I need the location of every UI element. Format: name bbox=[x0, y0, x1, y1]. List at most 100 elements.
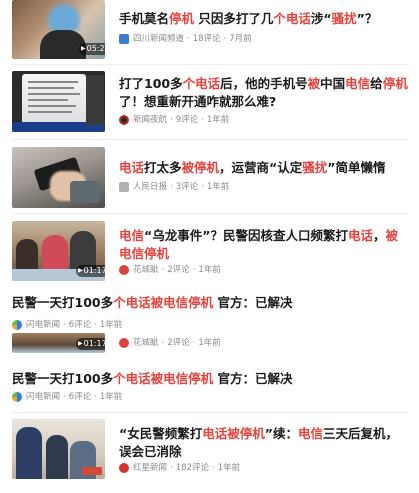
separator: · bbox=[94, 392, 97, 402]
source-name[interactable]: 闪电新闻 bbox=[26, 319, 60, 331]
highlight-keyword: 停机 bbox=[169, 11, 195, 26]
title-text: 后，他的手机号 bbox=[220, 76, 308, 91]
video-thumbnail[interactable] bbox=[12, 71, 105, 132]
news-item[interactable]: ▶ 01:17 花城眦 · 2评论 · 1年前 bbox=[0, 333, 419, 354]
comment-count: 6评论 bbox=[68, 320, 92, 330]
news-thumbnail[interactable] bbox=[12, 147, 105, 208]
separator: · bbox=[161, 338, 165, 348]
highlight-keyword: 电信 bbox=[345, 76, 371, 91]
video-thumbnail[interactable]: ▶ 05:24 bbox=[12, 0, 105, 59]
highlight-keyword: 骚扰 bbox=[302, 160, 328, 175]
publish-time: 7月前 bbox=[229, 34, 252, 44]
title-text: 民警一天打100多 bbox=[12, 371, 114, 386]
highlight-keyword: 个电话 bbox=[273, 11, 311, 26]
highlight-keyword: 被停机 bbox=[181, 160, 220, 175]
news-feed: ▶ 05:24 手机莫名停机 只因多打了几个电话涉“骚扰”？ 四川新闻频道 · … bbox=[0, 0, 419, 493]
source-name[interactable]: 花城眦 bbox=[133, 264, 159, 276]
title-text: 了！想重新开通咋就那么难? bbox=[119, 94, 277, 109]
title-text: “女民警频繁打 bbox=[119, 426, 203, 441]
news-title[interactable]: 手机莫名停机 只因多打了几个电话涉“骚扰”？ bbox=[119, 10, 409, 28]
video-thumbnail[interactable]: ▶ 01:17 bbox=[12, 221, 105, 281]
highlight-keyword: 电话 bbox=[119, 160, 145, 175]
source-name[interactable]: 人民日报 bbox=[133, 181, 167, 193]
highlight-keyword: 骚扰 bbox=[331, 11, 357, 26]
separator: · bbox=[63, 392, 66, 402]
source-name[interactable]: 花城眦 bbox=[133, 337, 159, 349]
title-text: “乌龙事件”？民警因核查人口频繁打 bbox=[144, 228, 348, 243]
title-text: 只因多打了几 bbox=[194, 11, 274, 26]
publish-time: 1年前 bbox=[99, 320, 123, 330]
source-name[interactable]: 闪电新闻 bbox=[26, 391, 60, 403]
separator: · bbox=[192, 265, 196, 275]
news-title[interactable]: 打了100多个电话后，他的手机号被中国电信给停机了！想重新开通咋就那么难? bbox=[119, 75, 409, 111]
huacheng-logo-icon bbox=[119, 265, 129, 275]
news-item[interactable]: 电话打太多被停机，运营商“认定骚扰”简单懒惰 人民日报 · 3评论 · 1年前 bbox=[0, 147, 419, 209]
highlight-keyword: 电话被停机 bbox=[202, 426, 265, 441]
separator: · bbox=[201, 115, 204, 125]
comment-count: 18评论 bbox=[192, 34, 221, 44]
publish-time: 1年前 bbox=[217, 463, 241, 473]
video-duration-badge: ▶ 05:24 bbox=[79, 43, 105, 55]
publish-time: 1年前 bbox=[206, 182, 230, 192]
title-text: 中国 bbox=[320, 76, 346, 91]
highlight-keyword: 个电话被电信停机 bbox=[113, 295, 214, 310]
news-item[interactable]: ▶ 01:17 电信“乌龙事件”？民警因核查人口频繁打电话，被电信停机 花城眦 … bbox=[0, 221, 419, 283]
comment-count: 2评论 bbox=[167, 338, 190, 348]
highlight-keyword: 停机 bbox=[382, 76, 408, 91]
highlight-keyword: 被 bbox=[307, 76, 321, 91]
title-text: ， bbox=[372, 228, 386, 243]
lightning-news-logo-icon bbox=[12, 320, 22, 330]
video-thumbnail[interactable]: ▶ 01:17 bbox=[12, 333, 105, 353]
news-meta: 新闻夜航 · 9评论 · 1年前 bbox=[119, 114, 229, 126]
source-name[interactable]: 新闻夜航 bbox=[133, 114, 167, 126]
title-text: ”简单懒惰 bbox=[327, 160, 386, 175]
news-thumbnail[interactable] bbox=[12, 419, 105, 479]
source-name[interactable]: 红星新闻 bbox=[133, 462, 167, 474]
separator: · bbox=[161, 265, 165, 275]
news-item[interactable]: 打了100多个电话后，他的手机号被中国电信给停机了！想重新开通咋就那么难? 新闻… bbox=[0, 71, 419, 133]
news-meta: 红星新闻 · 182评论 · 1年前 bbox=[119, 462, 240, 474]
news-item[interactable]: “女民警频繁打电话被停机”续：电信三天后复机，误会已消除 红星新闻 · 182评… bbox=[0, 419, 419, 481]
source-name[interactable]: 四川新闻频道 bbox=[133, 33, 184, 45]
title-text: 涉“ bbox=[310, 11, 332, 26]
highlight-keyword: 个电话被电信停机 bbox=[113, 371, 214, 386]
title-text: 给 bbox=[370, 76, 383, 91]
news-meta: 人民日报 · 3评论 · 1年前 bbox=[119, 181, 229, 193]
play-icon: ▶ bbox=[78, 267, 83, 274]
title-text: ”？ bbox=[356, 11, 378, 26]
news-item[interactable]: ▶ 05:24 手机莫名停机 只因多打了几个电话涉“骚扰”？ 四川新闻频道 · … bbox=[0, 0, 419, 62]
title-text: 官方：已解决 bbox=[213, 295, 293, 310]
divider bbox=[12, 213, 407, 214]
separator: · bbox=[170, 463, 173, 473]
play-icon: ▶ bbox=[81, 45, 86, 52]
separator: · bbox=[170, 115, 173, 125]
separator: · bbox=[94, 320, 97, 330]
publish-time: 1年前 bbox=[198, 338, 221, 348]
news-meta: 花城眦 · 2评论 · 1年前 bbox=[119, 264, 221, 276]
news-title[interactable]: 电话打太多被停机，运营商“认定骚扰”简单懒惰 bbox=[119, 159, 409, 177]
publish-time: 1年前 bbox=[99, 392, 123, 402]
separator: · bbox=[63, 320, 66, 330]
news-item[interactable]: 民警一天打100多个电话被电信停机 官方：已解决 闪电新闻 · 6评论 · 1年… bbox=[0, 370, 419, 410]
separator: · bbox=[187, 34, 190, 44]
highlight-keyword: 电信 bbox=[119, 228, 145, 243]
title-text: 打太多 bbox=[144, 160, 182, 175]
duration-text: 05:24 bbox=[86, 44, 105, 53]
news-title[interactable]: “女民警频繁打电话被停机”续：电信三天后复机，误会已消除 bbox=[119, 425, 409, 461]
red-star-news-logo-icon bbox=[119, 463, 129, 473]
publish-time: 1年前 bbox=[206, 115, 230, 125]
news-item[interactable]: 民警一天打100多个电话被电信停机 官方：已解决 闪电新闻 · 6评论 · 1年… bbox=[0, 294, 419, 334]
duration-text: 01:17 bbox=[83, 266, 105, 275]
news-title[interactable]: 民警一天打100多个电话被电信停机 官方：已解决 bbox=[12, 370, 409, 388]
highlight-keyword: 电话 bbox=[347, 228, 373, 243]
video-duration-badge: ▶ 01:17 bbox=[76, 338, 105, 350]
news-meta: 四川新闻频道 · 18评论 · 7月前 bbox=[119, 33, 252, 45]
separator: · bbox=[170, 182, 173, 192]
video-duration-badge: ▶ 01:17 bbox=[76, 265, 105, 277]
news-title[interactable]: 民警一天打100多个电话被电信停机 官方：已解决 bbox=[12, 294, 409, 312]
comment-count: 182评论 bbox=[175, 463, 209, 473]
title-text: 官方：已解决 bbox=[213, 371, 293, 386]
news-title[interactable]: 电信“乌龙事件”？民警因核查人口频繁打电话，被电信停机 bbox=[119, 227, 409, 263]
huacheng-logo-icon bbox=[119, 338, 129, 348]
title-text: ，运营商“认定 bbox=[219, 160, 303, 175]
